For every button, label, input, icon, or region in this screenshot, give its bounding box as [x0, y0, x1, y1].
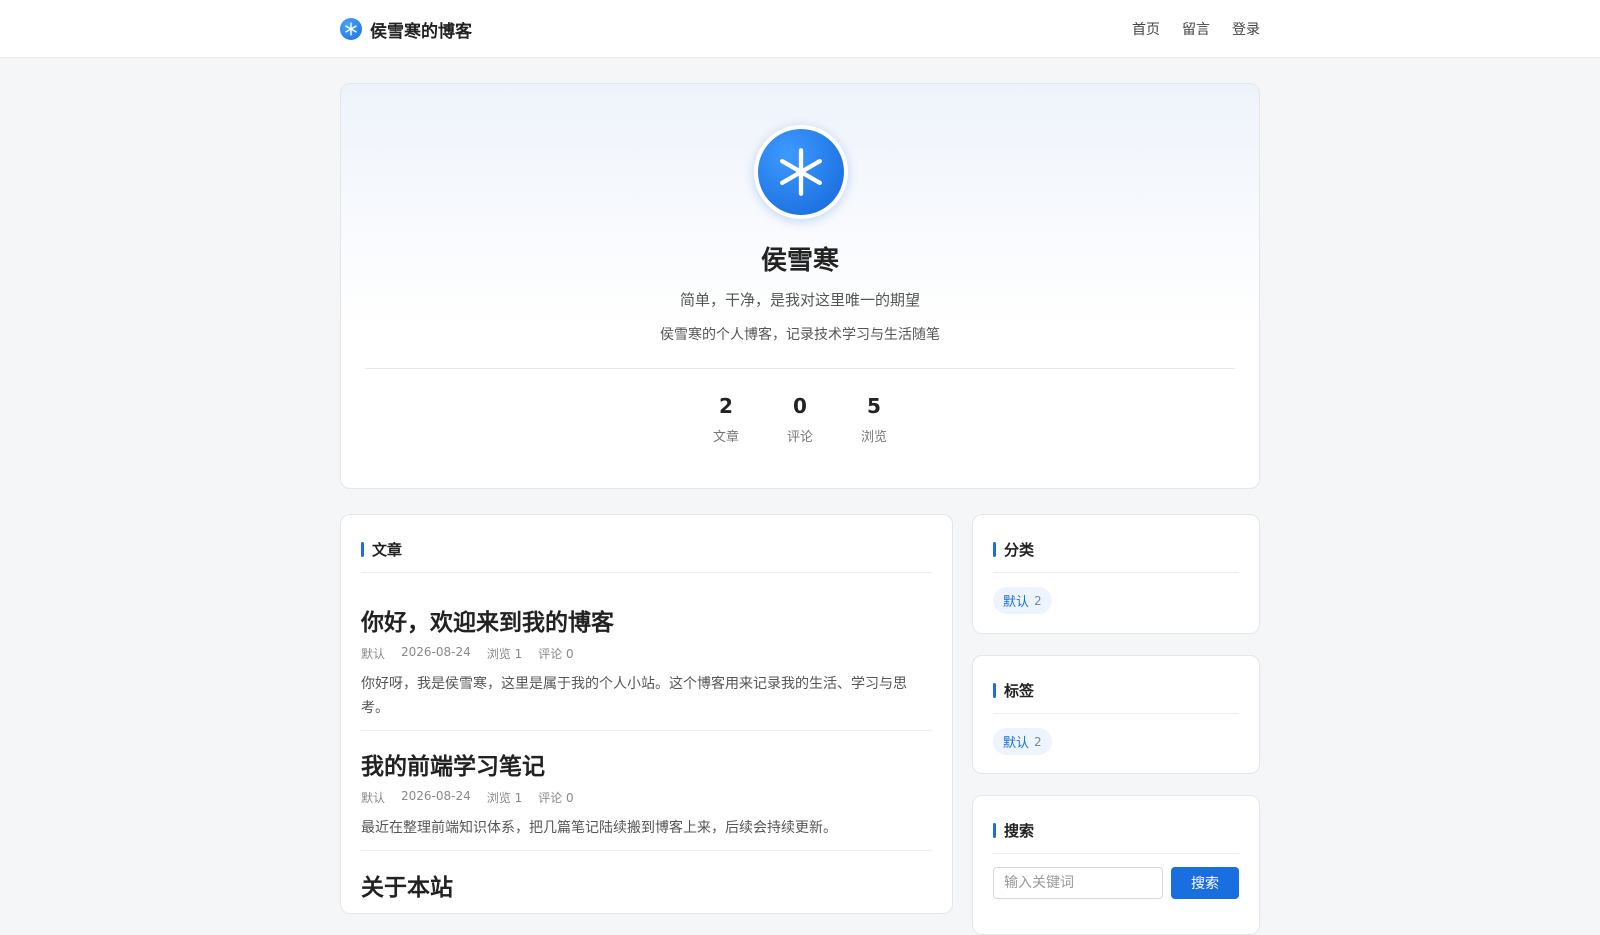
- chip-count: 2: [1034, 734, 1042, 749]
- post-item: 关于本站: [361, 868, 932, 902]
- categories-panel: 分类 默认 2: [972, 514, 1260, 634]
- snowflake-icon: [758, 129, 844, 215]
- categories-title: 分类: [1004, 541, 1035, 559]
- post-date: 2026-08-24: [401, 645, 471, 659]
- category-chip-default[interactable]: 默认 2: [993, 587, 1052, 614]
- post-excerpt: 你好呀，我是侯雪寒，这里是属于我的个人小站。这个博客用来记录我的生活、学习与思考…: [361, 676, 907, 716]
- tags-list: 默认 2: [993, 728, 1239, 755]
- divider: [365, 368, 1235, 369]
- post-comments: 评论 0: [538, 647, 574, 661]
- nav-guestbook-link[interactable]: 留言: [1182, 19, 1210, 39]
- section-accent-bar: [361, 542, 364, 557]
- stat-value: 0: [793, 394, 807, 418]
- chip-label: 默认: [1003, 595, 1030, 610]
- search-panel-header: 搜索: [993, 820, 1239, 854]
- search-form: 搜索: [993, 867, 1239, 899]
- categories-list: 默认 2: [993, 587, 1239, 614]
- post-divider: [361, 850, 932, 851]
- post-title[interactable]: 我的前端学习笔记: [361, 747, 932, 781]
- section-accent-bar: [993, 542, 996, 557]
- stat-label: 文章: [712, 430, 739, 445]
- snowflake-icon: [340, 18, 362, 40]
- articles-panel-header: 文章: [361, 539, 932, 573]
- nav-home-link[interactable]: 首页: [1132, 19, 1160, 39]
- stat-comments: 0 评论: [781, 394, 819, 445]
- articles-section-title: 文章: [372, 541, 403, 559]
- post-divider: [361, 730, 932, 731]
- articles-panel: 文章 你好，欢迎来到我的博客 默认 2026-08-24 浏览 1 评论 0 你…: [340, 514, 953, 914]
- post-title[interactable]: 关于本站: [361, 868, 932, 902]
- search-input[interactable]: [993, 867, 1163, 899]
- post-meta: 默认 2026-08-24 浏览 1 评论 0: [361, 645, 932, 662]
- post-views: 浏览 1: [486, 647, 523, 661]
- post-category[interactable]: 默认: [361, 789, 385, 806]
- stat-value: 5: [867, 394, 881, 418]
- avatar: [754, 125, 848, 219]
- section-accent-bar: [993, 823, 996, 838]
- stat-views: 5 浏览: [855, 394, 893, 445]
- post-category[interactable]: 默认: [361, 645, 385, 662]
- chip-label: 默认: [1003, 736, 1030, 751]
- brand[interactable]: 侯雪寒的博客: [340, 17, 472, 42]
- search-button[interactable]: 搜索: [1171, 867, 1239, 899]
- profile-card: 侯雪寒 简单，干净，是我对这里唯一的期望 侯雪寒的个人博客，记录技术学习与生活随…: [340, 83, 1260, 489]
- tags-title: 标签: [1004, 682, 1035, 700]
- stat-label: 评论: [786, 430, 813, 445]
- profile-motto: 简单，干净，是我对这里唯一的期望: [679, 291, 920, 309]
- post-title[interactable]: 你好，欢迎来到我的博客: [361, 603, 932, 637]
- top-navigation-inner: 侯雪寒的博客 首页 留言 登录: [340, 0, 1260, 58]
- tags-panel: 标签 默认 2: [972, 655, 1260, 774]
- section-accent-bar: [993, 683, 996, 698]
- tag-chip-default[interactable]: 默认 2: [993, 728, 1052, 755]
- search-title: 搜索: [1004, 822, 1035, 840]
- stat-label: 浏览: [860, 430, 887, 445]
- profile-description: 侯雪寒的个人博客，记录技术学习与生活随笔: [660, 327, 940, 343]
- post-item: 我的前端学习笔记 默认 2026-08-24 浏览 1 评论 0 最近在整理前端…: [361, 747, 932, 840]
- chip-count: 2: [1034, 593, 1042, 608]
- post-meta: 默认 2026-08-24 浏览 1 评论 0: [361, 789, 932, 806]
- profile-stats: 2 文章 0 评论 5 浏览: [341, 394, 1259, 445]
- post-views: 浏览 1: [486, 791, 523, 805]
- nav-login-link[interactable]: 登录: [1232, 19, 1260, 39]
- profile-name: 侯雪寒: [760, 246, 839, 276]
- post-excerpt: 最近在整理前端知识体系，把几篇笔记陆续搬到博客上来，后续会持续更新。: [361, 820, 837, 836]
- stat-articles: 2 文章: [707, 394, 745, 445]
- top-navigation-bar: 侯雪寒的博客 首页 留言 登录: [0, 0, 1600, 58]
- main-nav: 首页 留言 登录: [1132, 19, 1260, 39]
- post-item: 你好，欢迎来到我的博客 默认 2026-08-24 浏览 1 评论 0 你好呀，…: [361, 603, 932, 720]
- tags-panel-header: 标签: [993, 680, 1239, 714]
- search-panel: 搜索 搜索: [972, 795, 1260, 935]
- categories-panel-header: 分类: [993, 539, 1239, 573]
- post-comments: 评论 0: [538, 791, 574, 805]
- brand-title: 侯雪寒的博客: [370, 21, 472, 42]
- post-date: 2026-08-24: [401, 789, 471, 803]
- stat-value: 2: [719, 394, 733, 418]
